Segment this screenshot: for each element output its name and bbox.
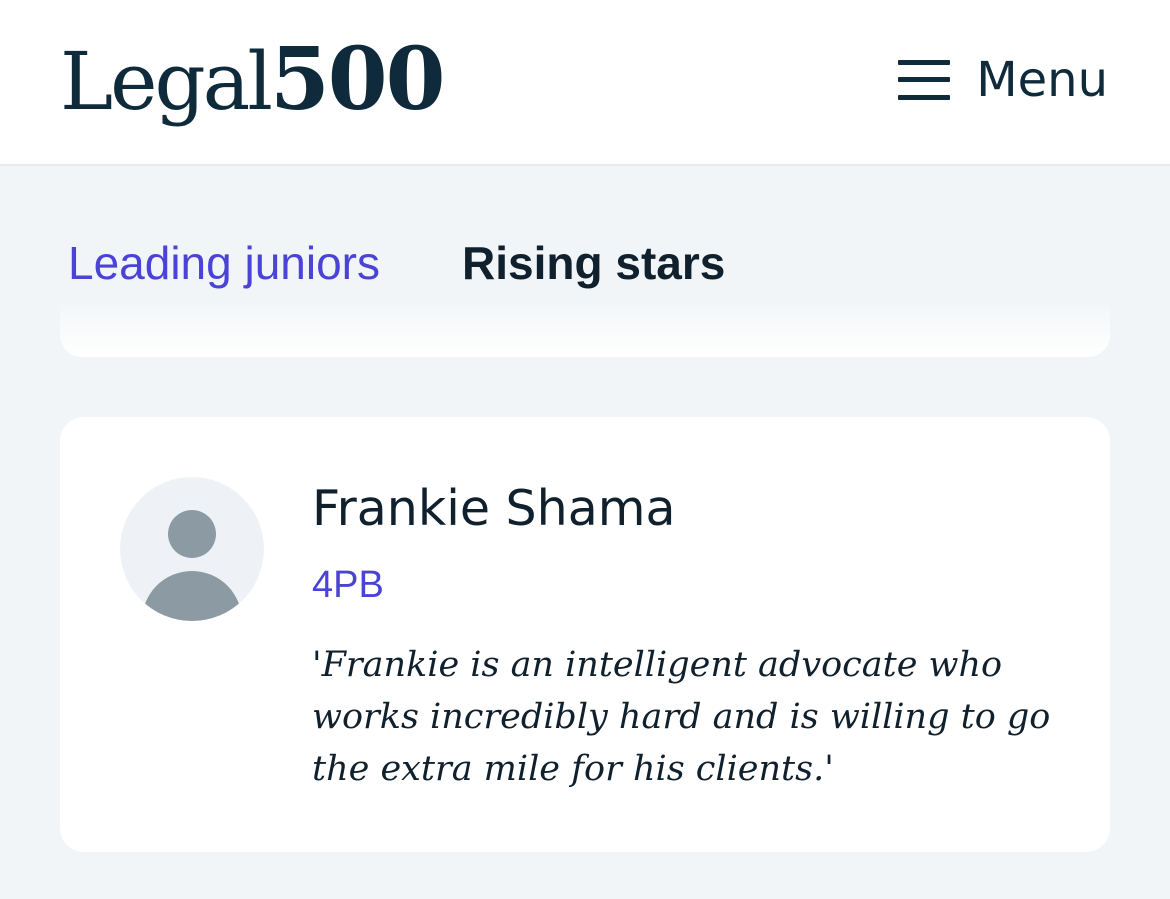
logo-number: 500 — [269, 29, 446, 130]
person-placeholder-icon — [168, 510, 216, 558]
tabs-panel-edge — [60, 300, 1110, 357]
tab-rising-stars[interactable]: Rising stars — [462, 228, 725, 298]
person-placeholder-body — [142, 571, 242, 621]
menu-button[interactable]: Menu — [898, 48, 1108, 112]
testimonial-quote: 'Frankie is an intelligent advocate who … — [312, 645, 1051, 789]
ranking-tabs: Leading juniors Rising stars — [68, 228, 725, 298]
profile-card: Frankie Shama 4PB 'Frankie is an intelli… — [60, 417, 1110, 852]
site-header: Legal 500 Menu — [0, 0, 1170, 166]
logo-word: Legal — [60, 35, 273, 128]
person-name: Frankie Shama — [312, 480, 676, 537]
person-firm-link[interactable]: 4PB — [312, 561, 384, 609]
avatar — [120, 477, 264, 621]
menu-label: Menu — [976, 52, 1108, 108]
hamburger-icon — [898, 57, 951, 103]
legal500-logo[interactable]: Legal 500 — [60, 29, 446, 130]
tab-leading-juniors[interactable]: Leading juniors — [68, 228, 380, 298]
